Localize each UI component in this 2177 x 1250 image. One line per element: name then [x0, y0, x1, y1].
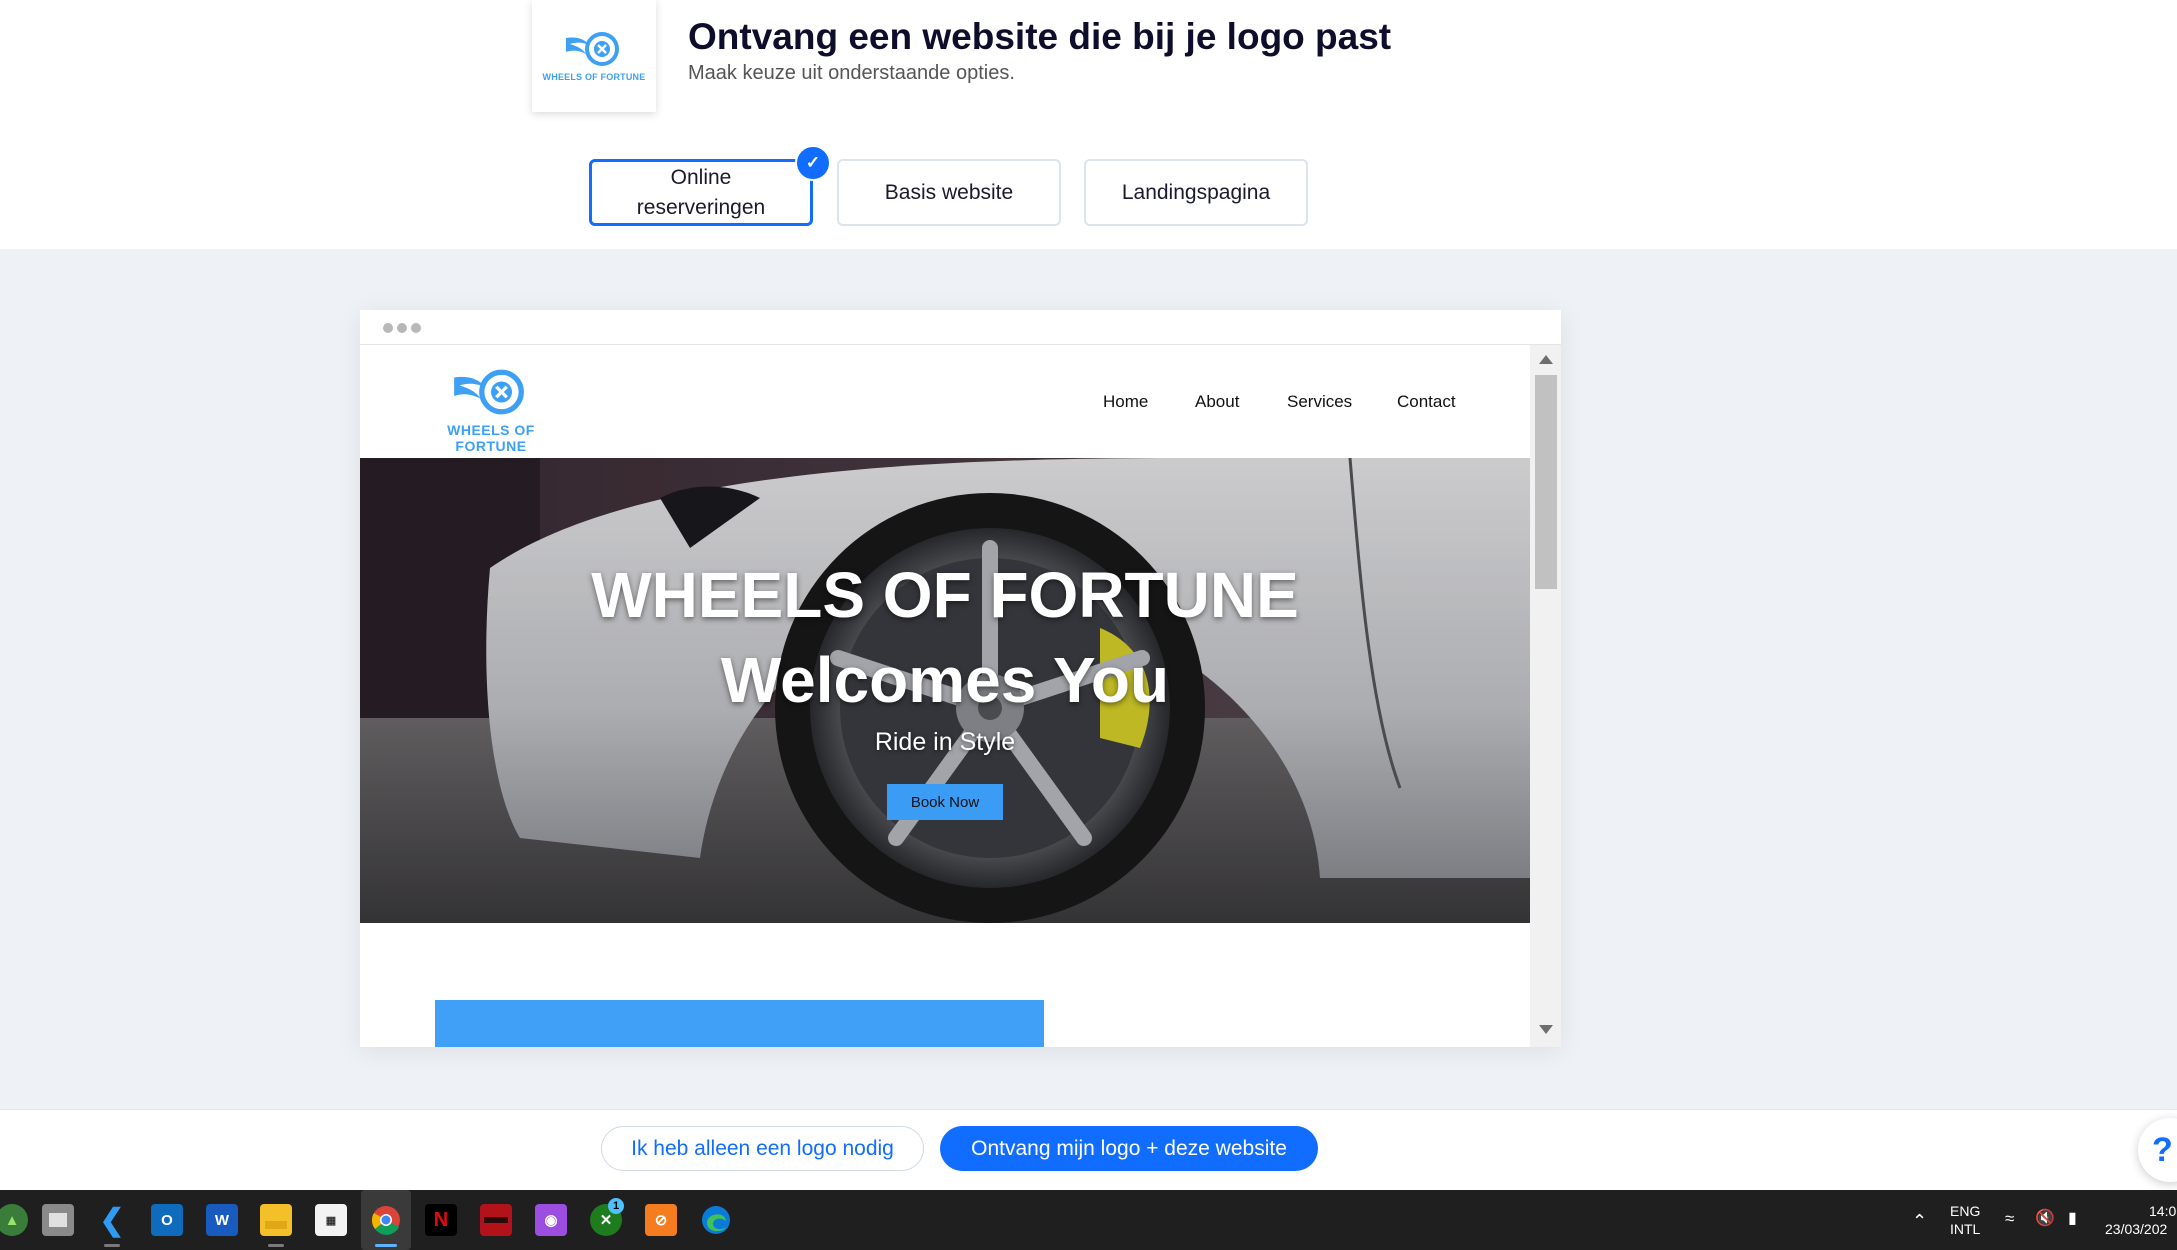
clock[interactable]: 14:0 23/03/202 [2105, 1202, 2176, 1238]
edge-icon[interactable] [700, 1204, 732, 1236]
hero-title-line2: Welcomes You [720, 644, 1170, 716]
clock-date: 23/03/202 [2105, 1221, 2168, 1237]
chrome-icon[interactable] [370, 1204, 402, 1236]
file-explorer-icon[interactable] [260, 1204, 292, 1236]
volume-muted-icon[interactable]: 🔇 [2035, 1210, 2055, 1228]
scroll-down-arrow-icon[interactable] [1539, 1025, 1553, 1034]
nav-services[interactable]: Services [1287, 392, 1352, 412]
top-header: WHEELS OF FORTUNE Ontvang een website di… [0, 0, 2177, 249]
preview-scrollbar[interactable] [1530, 345, 1561, 1047]
website-preview-frame: WHEELS OF FORTUNE Home About Services Co… [360, 310, 1561, 1047]
taskbar-running-indicator [268, 1244, 284, 1247]
site-logo[interactable]: WHEELS OF FORTUNE [416, 367, 566, 454]
page-title: Ontvang een website die bij je logo past [688, 16, 1392, 57]
action-bar: Ik heb alleen een logo nodig Ontvang mij… [0, 1109, 2177, 1191]
book-now-button[interactable]: Book Now [887, 784, 1003, 820]
content-block [435, 1000, 1044, 1047]
nav-home[interactable]: Home [1103, 392, 1148, 412]
option-basis-website[interactable]: Basis website [837, 159, 1061, 226]
show-hidden-icons-chevron-icon[interactable]: ⌃ [1912, 1212, 1927, 1230]
site-header: WHEELS OF FORTUNE Home About Services Co… [360, 345, 1530, 458]
wifi-icon[interactable]: ≈ [2005, 1210, 2014, 1228]
preview-site[interactable]: WHEELS OF FORTUNE Home About Services Co… [360, 345, 1530, 1047]
site-brand-text: WHEELS OF FORTUNE [447, 422, 535, 454]
scroll-up-arrow-icon[interactable] [1539, 355, 1553, 364]
checkmark-icon: ✓ [795, 145, 831, 181]
nav-about[interactable]: About [1195, 392, 1239, 412]
hero-subtitle: Ride in Style [874, 728, 1016, 756]
help-button[interactable]: ? [2138, 1118, 2177, 1182]
clock-time: 14:0 [2149, 1203, 2177, 1219]
nav-contact[interactable]: Contact [1397, 392, 1456, 412]
logo-only-button[interactable]: Ik heb alleen een logo nodig [601, 1126, 924, 1171]
logo-plus-website-button[interactable]: Ontvang mijn logo + deze website [940, 1126, 1318, 1171]
language-code: ENG [1950, 1203, 1981, 1219]
wheels-logo-icon [454, 369, 524, 415]
help-icon: ? [2152, 1130, 2173, 1169]
hero-title-line1: WHEELS OF FORTUNE [591, 559, 1299, 631]
battery-icon[interactable]: ▮ [2068, 1210, 2077, 1228]
language-indicator[interactable]: ENG INTL [1950, 1202, 1980, 1238]
windows-taskbar: ▲ ❮ O W ▦ N ◉ ✕ 1 ⊘ ⌃ ENG INTL ≈ 🔇 ▮ 14:… [0, 1190, 2177, 1250]
wheels-logo-icon [566, 32, 619, 66]
xampp-icon[interactable]: ⊘ [645, 1204, 677, 1236]
app-red-icon[interactable] [480, 1204, 512, 1236]
hero-section: WHEELS OF FORTUNE Welcomes You Ride in S… [360, 458, 1530, 923]
word-icon[interactable]: W [206, 1204, 238, 1236]
netflix-icon[interactable]: N [425, 1204, 457, 1236]
xbox-badge: 1 [608, 1198, 624, 1214]
outlook-icon[interactable]: O [151, 1204, 183, 1236]
file-explorer-alt-icon[interactable] [42, 1204, 74, 1236]
option-online-reserveringen[interactable]: Online reserveringen [589, 159, 813, 226]
app-purple-icon[interactable]: ◉ [535, 1204, 567, 1236]
chrome-logo-icon [371, 1206, 400, 1235]
option-label: Landingspagina [1121, 180, 1271, 204]
window-dot-icon [411, 323, 421, 333]
edge-logo-icon [702, 1206, 730, 1234]
system-monitor-icon[interactable]: ▲ [0, 1204, 28, 1236]
microsoft-store-icon[interactable]: ▦ [315, 1204, 347, 1236]
scroll-thumb[interactable] [1535, 375, 1557, 589]
logo-thumbnail: WHEELS OF FORTUNE [532, 0, 656, 112]
window-dot-icon [397, 323, 407, 333]
keyboard-layout: INTL [1950, 1221, 1981, 1237]
window-dot-icon [383, 323, 393, 333]
logo-thumbnail-text: WHEELS OF FORTUNE [542, 72, 646, 82]
option-landingspagina[interactable]: Landingspagina [1084, 159, 1308, 226]
browser-toolbar [360, 310, 1561, 345]
taskbar-active-indicator [375, 1244, 397, 1247]
option-label: Basis website [884, 180, 1014, 204]
taskbar-running-indicator [104, 1244, 120, 1247]
page-subtitle: Maak keuze uit onderstaande opties. [688, 62, 1015, 84]
option-label: Online reserveringen [636, 165, 766, 219]
vscode-icon[interactable]: ❮ [96, 1204, 128, 1237]
